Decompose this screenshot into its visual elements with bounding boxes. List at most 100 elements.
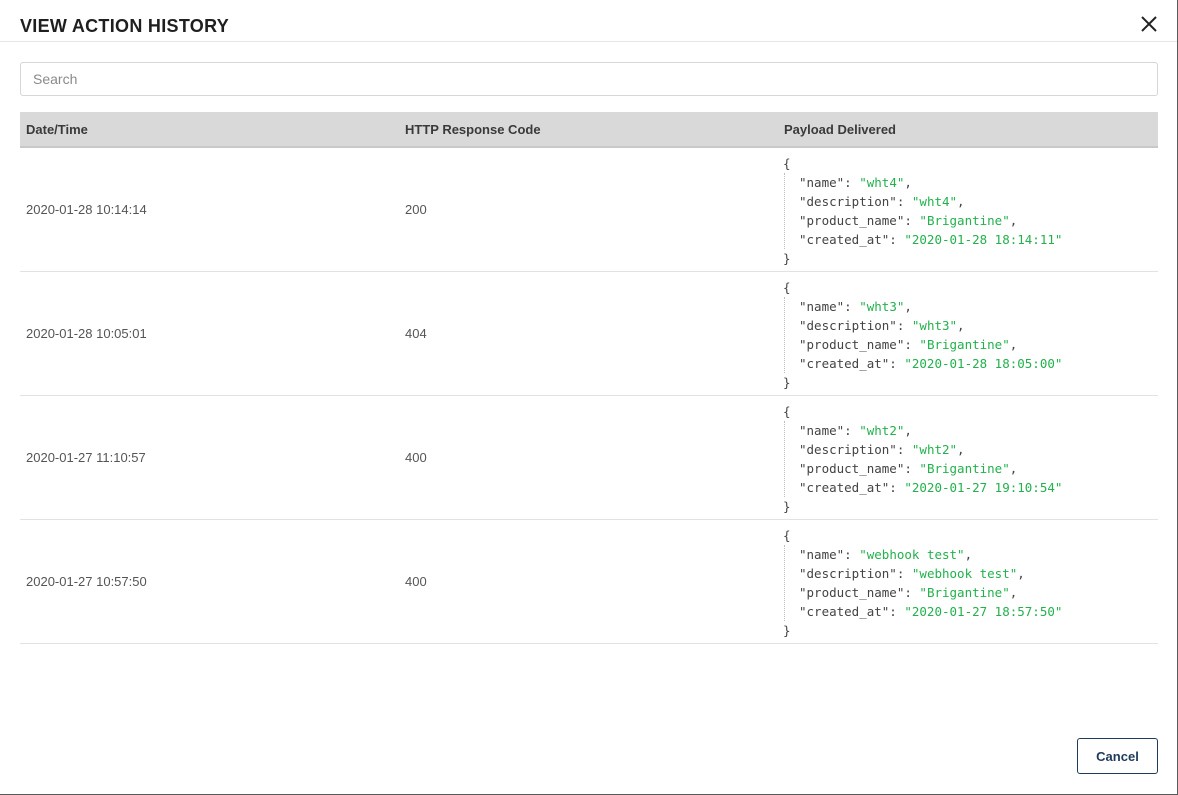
cell-response-code: 400 (405, 450, 427, 465)
json-key: "created_at": (799, 480, 905, 495)
json-open-brace: { (783, 280, 791, 295)
column-header-payload[interactable]: Payload Delivered (784, 122, 896, 138)
json-body: "name": "wht2", "description": "wht2", "pr… (784, 421, 1062, 497)
json-line: "product_name": "Brigantine", (799, 459, 1062, 478)
json-key: "name": (799, 175, 860, 190)
json-line: "name": "webhook test", (799, 545, 1062, 564)
table-row: 2020-01-27 11:10:57 400{"name": "wht2", "d… (20, 396, 1158, 520)
json-line: "description": "wht4", (799, 192, 1062, 211)
json-line: "description": "wht2", (799, 440, 1062, 459)
column-header-response-code[interactable]: HTTP Response Code (405, 122, 541, 138)
json-value: "webhook test" (911, 566, 1018, 581)
json-value: "2020-01-27 18:57:50" (904, 604, 1063, 619)
json-line: "name": "wht2", (799, 421, 1062, 440)
json-value: "wht4" (859, 175, 905, 190)
json-comma: , (1009, 461, 1018, 476)
json-open-brace: { (783, 156, 791, 171)
json-close-brace: } (783, 623, 791, 638)
json-value: "wht4" (911, 194, 958, 209)
json-value: "2020-01-27 19:10:54" (904, 480, 1063, 495)
json-key: "product_name": (799, 337, 920, 352)
json-open-brace: { (783, 528, 791, 543)
json-comma: , (964, 547, 973, 562)
cell-response-code: 404 (405, 326, 427, 341)
json-close-brace: } (783, 375, 791, 390)
json-value: "wht3" (911, 318, 958, 333)
table-body: 2020-01-28 10:14:14 200{"name": "wht4", "d… (20, 148, 1158, 644)
json-close-brace: } (783, 251, 791, 266)
json-line: "created_at": "2020-01-28 18:05:00" (799, 354, 1062, 373)
cell-datetime: 2020-01-27 11:10:57 (26, 450, 146, 465)
json-key: "name": (799, 423, 860, 438)
json-comma: , (1009, 213, 1018, 228)
json-line: "product_name": "Brigantine", (799, 335, 1062, 354)
close-icon (1141, 16, 1157, 32)
json-value: "2020-01-28 18:05:00" (904, 356, 1063, 371)
cell-payload-json: {"name": "webhook test", "description": "… (783, 526, 1062, 640)
json-open-brace: { (783, 404, 791, 419)
json-key: "description": (799, 318, 912, 333)
json-value: "2020-01-28 18:14:11" (904, 232, 1063, 247)
json-key: "product_name": (799, 585, 920, 600)
json-close-brace: } (783, 499, 791, 514)
json-value: "wht3" (859, 299, 905, 314)
json-line: "description": "wht3", (799, 316, 1062, 335)
json-value: "Brigantine" (919, 585, 1010, 600)
json-value: "Brigantine" (919, 337, 1010, 352)
json-line: "product_name": "Brigantine", (799, 583, 1062, 602)
column-header-datetime[interactable]: Date/Time (26, 122, 88, 138)
json-line: "created_at": "2020-01-27 19:10:54" (799, 478, 1062, 497)
json-comma: , (957, 194, 965, 209)
json-comma: , (904, 299, 912, 314)
json-value: "Brigantine" (919, 213, 1010, 228)
json-line: "name": "wht4", (799, 173, 1062, 192)
json-key: "name": (799, 547, 860, 562)
json-key: "product_name": (799, 461, 920, 476)
json-comma: , (1009, 585, 1018, 600)
search-input[interactable] (20, 62, 1158, 96)
json-line: "created_at": "2020-01-27 18:57:50" (799, 602, 1062, 621)
json-key: "description": (799, 194, 912, 209)
cell-response-code: 200 (405, 202, 427, 217)
json-key: "name": (799, 299, 860, 314)
cell-payload-json: {"name": "wht3", "description": "wht3", "p… (783, 278, 1062, 392)
json-key: "description": (799, 566, 912, 581)
modal-header: VIEW ACTION HISTORY (0, 0, 1177, 42)
table-header: Date/Time HTTP Response Code Payload Del… (20, 112, 1158, 148)
action-history-modal: VIEW ACTION HISTORY Date/Time HTTP Respo… (0, 0, 1178, 795)
json-body: "name": "webhook test", "description": "w… (784, 545, 1062, 621)
json-key: "description": (799, 442, 912, 457)
json-body: "name": "wht3", "description": "wht3", "pr… (784, 297, 1062, 373)
table-row: 2020-01-28 10:05:01 404{"name": "wht3", "d… (20, 272, 1158, 396)
json-comma: , (957, 442, 965, 457)
json-comma: , (1009, 337, 1018, 352)
json-value: "wht2" (911, 442, 958, 457)
cell-response-code: 400 (405, 574, 427, 589)
json-key: "product_name": (799, 213, 920, 228)
json-body: "name": "wht4", "description": "wht4", "pr… (784, 173, 1062, 249)
table-row: 2020-01-28 10:14:14 200{"name": "wht4", "d… (20, 148, 1158, 272)
cell-datetime: 2020-01-27 10:57:50 (26, 574, 147, 589)
json-comma: , (904, 175, 912, 190)
json-line: "description": "webhook test", (799, 564, 1062, 583)
json-line: "product_name": "Brigantine", (799, 211, 1062, 230)
json-value: "webhook test" (859, 547, 965, 562)
json-key: "created_at": (799, 356, 905, 371)
table-row: 2020-01-27 10:57:50 400 { "name": "webhook … (20, 520, 1158, 644)
modal-title: VIEW ACTION HISTORY (20, 16, 230, 36)
json-key: "created_at": (799, 604, 905, 619)
json-comma: , (904, 423, 912, 438)
json-value: "Brigantine" (919, 461, 1010, 476)
cancel-button[interactable]: Cancel (1077, 738, 1158, 774)
close-button[interactable] (1138, 13, 1160, 35)
json-comma: , (957, 318, 965, 333)
cell-payload-json: {"name": "wht2", "description": "wht2", "p… (783, 402, 1062, 516)
cell-payload-json: {"name": "wht4", "description": "wht4", "p… (783, 154, 1062, 268)
cell-datetime: 2020-01-28 10:05:01 (26, 326, 147, 341)
json-key: "created_at": (799, 232, 905, 247)
json-comma: , (1017, 566, 1025, 581)
json-line: "name": "wht3", (799, 297, 1062, 316)
json-value: "wht2" (859, 423, 905, 438)
cell-datetime: 2020-01-28 10:14:14 (26, 202, 147, 217)
json-line: "created_at": "2020-01-28 18:14:11" (799, 230, 1062, 249)
